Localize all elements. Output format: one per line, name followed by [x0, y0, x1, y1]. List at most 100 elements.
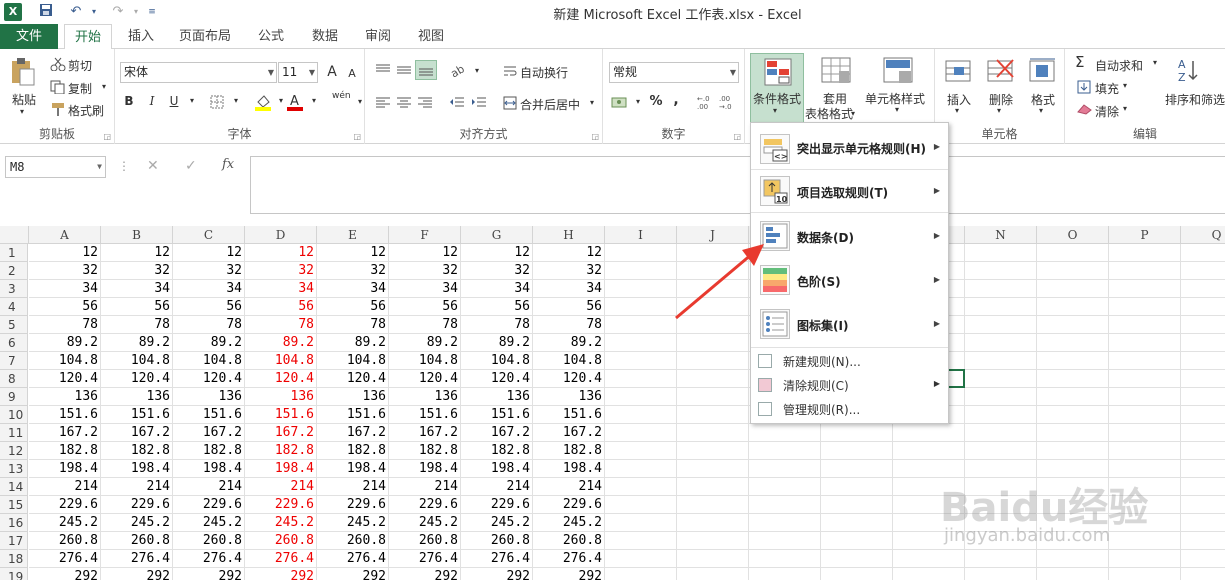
- table-cell[interactable]: [965, 370, 1037, 388]
- table-cell[interactable]: [1037, 244, 1109, 262]
- row-header[interactable]: 9: [0, 388, 28, 406]
- table-cell[interactable]: 214: [101, 478, 173, 496]
- table-cell[interactable]: [1109, 532, 1181, 550]
- table-cell[interactable]: 104.8: [461, 352, 533, 370]
- table-cell[interactable]: [677, 442, 749, 460]
- menu-highlight-cell-rules[interactable]: <> 突出显示单元格规则(H) ▶: [751, 132, 948, 166]
- menu-data-bars[interactable]: 数据条(D) ▶: [751, 219, 948, 253]
- table-cell[interactable]: 182.8: [29, 442, 101, 460]
- table-cell[interactable]: [965, 442, 1037, 460]
- column-header[interactable]: C: [173, 226, 245, 244]
- decrease-decimal-icon[interactable]: .00 →.0: [719, 94, 737, 111]
- row-header[interactable]: 16: [0, 514, 28, 532]
- table-cell[interactable]: [965, 334, 1037, 352]
- copy-button[interactable]: 复制: [68, 80, 92, 97]
- table-cell[interactable]: 182.8: [533, 442, 605, 460]
- table-cell[interactable]: 78: [533, 316, 605, 334]
- italic-button[interactable]: I: [143, 92, 161, 110]
- table-cell[interactable]: 89.2: [173, 334, 245, 352]
- copy-icon[interactable]: [50, 80, 66, 95]
- increase-indent-icon[interactable]: [471, 96, 487, 110]
- formula-input[interactable]: [250, 156, 1225, 214]
- column-header[interactable]: D: [245, 226, 317, 244]
- table-cell[interactable]: 136: [29, 388, 101, 406]
- table-cell[interactable]: 151.6: [101, 406, 173, 424]
- table-cell[interactable]: [821, 478, 893, 496]
- underline-button[interactable]: U: [165, 92, 183, 110]
- table-cell[interactable]: 276.4: [389, 550, 461, 568]
- autosum-button[interactable]: 自动求和: [1095, 57, 1143, 74]
- table-cell[interactable]: 136: [389, 388, 461, 406]
- table-cell[interactable]: [1109, 280, 1181, 298]
- table-cell[interactable]: 229.6: [389, 496, 461, 514]
- table-cell[interactable]: 32: [317, 262, 389, 280]
- table-cell[interactable]: 89.2: [29, 334, 101, 352]
- table-cell[interactable]: 151.6: [29, 406, 101, 424]
- table-cell[interactable]: 104.8: [101, 352, 173, 370]
- table-cell[interactable]: 32: [245, 262, 317, 280]
- table-cell[interactable]: [1181, 406, 1225, 424]
- table-cell[interactable]: 56: [317, 298, 389, 316]
- table-cell[interactable]: [1181, 280, 1225, 298]
- table-cell[interactable]: 151.6: [389, 406, 461, 424]
- table-cell[interactable]: 56: [389, 298, 461, 316]
- table-cell[interactable]: 182.8: [461, 442, 533, 460]
- table-cell[interactable]: 229.6: [173, 496, 245, 514]
- table-cell[interactable]: [605, 532, 677, 550]
- table-cell[interactable]: 78: [317, 316, 389, 334]
- table-cell[interactable]: 167.2: [461, 424, 533, 442]
- table-cell[interactable]: [749, 568, 821, 580]
- table-cell[interactable]: 120.4: [173, 370, 245, 388]
- paste-button[interactable]: 粘贴: [12, 91, 36, 108]
- format-cells-dropdown-icon[interactable]: ▾: [1039, 106, 1043, 115]
- table-cell[interactable]: 56: [101, 298, 173, 316]
- table-cell[interactable]: [605, 298, 677, 316]
- table-cell[interactable]: [1181, 550, 1225, 568]
- clipboard-launcher-icon[interactable]: ◲: [103, 132, 111, 141]
- table-cell[interactable]: [821, 442, 893, 460]
- table-cell[interactable]: 260.8: [533, 532, 605, 550]
- column-header[interactable]: Q: [1181, 226, 1225, 244]
- table-cell[interactable]: [1109, 262, 1181, 280]
- table-cell[interactable]: [1109, 424, 1181, 442]
- font-name-combo[interactable]: 宋体 ▼: [120, 62, 277, 83]
- table-cell[interactable]: 56: [461, 298, 533, 316]
- table-cell[interactable]: [893, 442, 965, 460]
- table-cell[interactable]: 276.4: [173, 550, 245, 568]
- table-cell[interactable]: [1181, 460, 1225, 478]
- table-cell[interactable]: 182.8: [101, 442, 173, 460]
- table-cell[interactable]: 167.2: [29, 424, 101, 442]
- table-cell[interactable]: 245.2: [317, 514, 389, 532]
- table-cell[interactable]: [1037, 262, 1109, 280]
- table-cell[interactable]: 214: [317, 478, 389, 496]
- table-cell[interactable]: 198.4: [389, 460, 461, 478]
- percent-button[interactable]: %: [647, 93, 665, 111]
- row-header[interactable]: 18: [0, 550, 28, 568]
- table-cell[interactable]: 214: [533, 478, 605, 496]
- column-header[interactable]: E: [317, 226, 389, 244]
- table-cell[interactable]: 56: [173, 298, 245, 316]
- table-cell[interactable]: 34: [389, 280, 461, 298]
- table-cell[interactable]: 120.4: [29, 370, 101, 388]
- row-header[interactable]: 6: [0, 334, 28, 352]
- table-cell[interactable]: [965, 568, 1037, 580]
- table-cell[interactable]: [605, 370, 677, 388]
- fill-dropdown-icon[interactable]: ▾: [1123, 81, 1127, 90]
- borders-dropdown-icon[interactable]: ▾: [227, 92, 245, 110]
- table-cell[interactable]: 260.8: [317, 532, 389, 550]
- delete-cells-icon[interactable]: [987, 57, 1015, 85]
- table-cell[interactable]: [677, 532, 749, 550]
- table-cell[interactable]: [1037, 298, 1109, 316]
- table-cell[interactable]: [893, 568, 965, 580]
- table-cell[interactable]: 292: [389, 568, 461, 580]
- table-cell[interactable]: 12: [245, 244, 317, 262]
- table-cell[interactable]: [605, 316, 677, 334]
- table-cell[interactable]: 89.2: [317, 334, 389, 352]
- table-cell[interactable]: 151.6: [533, 406, 605, 424]
- table-cell[interactable]: [821, 514, 893, 532]
- borders-icon[interactable]: [210, 95, 224, 109]
- table-cell[interactable]: [1181, 514, 1225, 532]
- table-cell[interactable]: 198.4: [101, 460, 173, 478]
- row-header[interactable]: 15: [0, 496, 28, 514]
- fill-button[interactable]: 填充: [1095, 80, 1119, 97]
